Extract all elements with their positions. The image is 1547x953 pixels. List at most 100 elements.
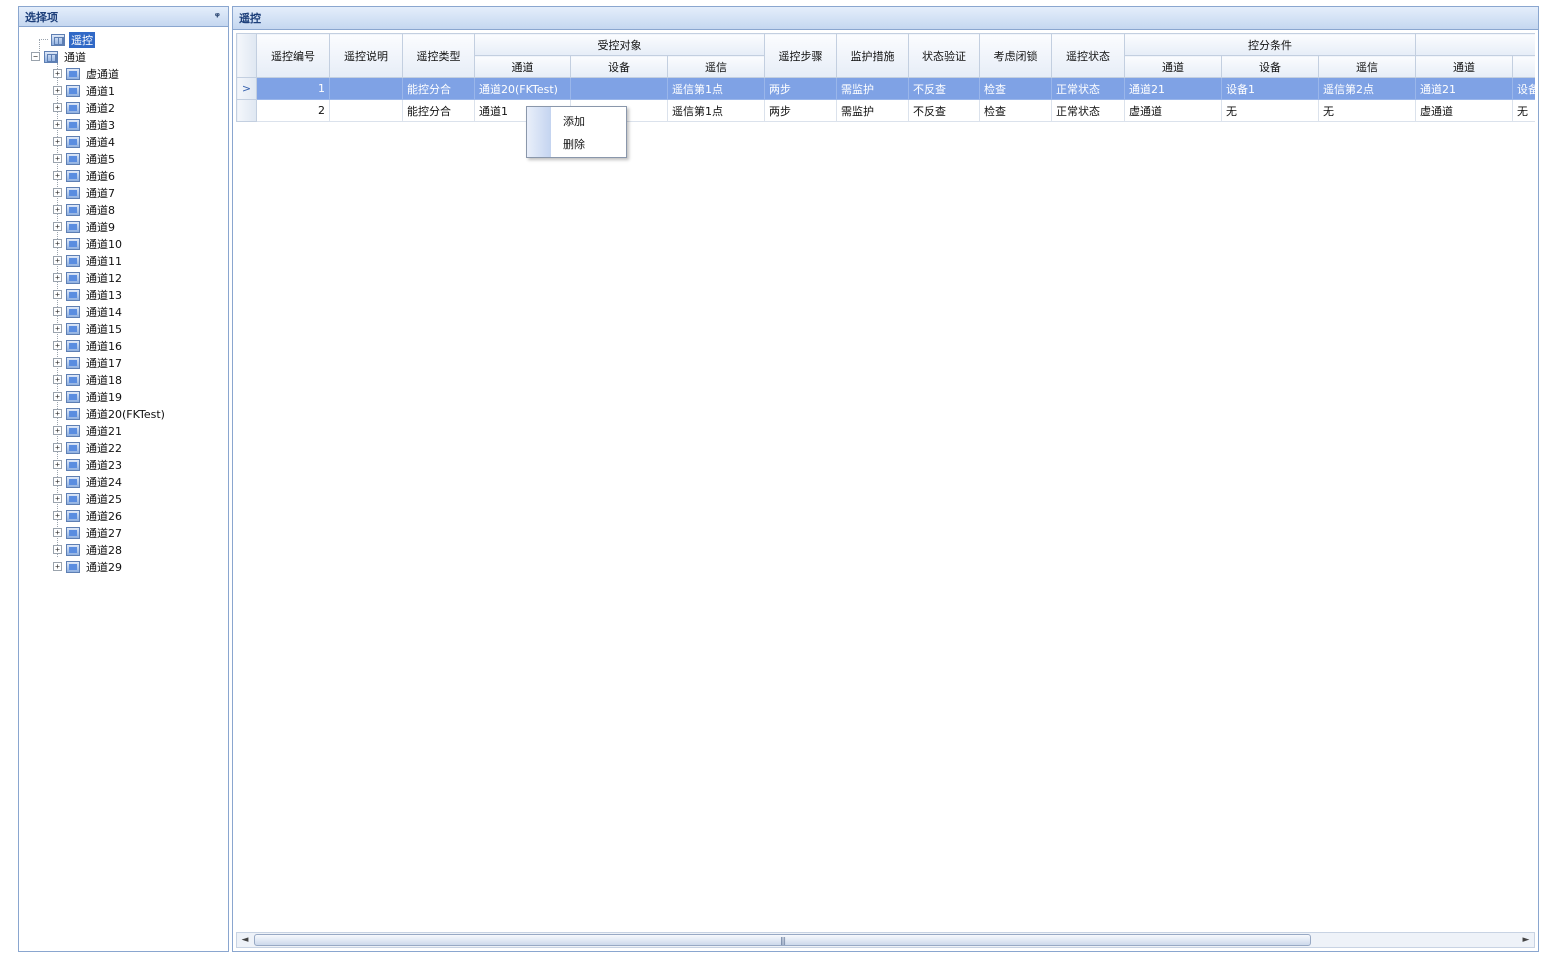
header-monitor[interactable]: 监护措施: [836, 33, 909, 78]
row-indicator[interactable]: [236, 99, 257, 122]
cell-desc[interactable]: [329, 77, 403, 100]
header-verify[interactable]: 状态验证: [908, 33, 980, 78]
tree-node-channel[interactable]: + 通道22: [53, 439, 124, 456]
expand-icon[interactable]: +: [53, 358, 62, 367]
header-extra-channel[interactable]: 通道: [1415, 55, 1513, 78]
expand-icon[interactable]: +: [53, 120, 62, 129]
expand-icon[interactable]: +: [53, 222, 62, 231]
tree-node-channel[interactable]: + 通道23: [53, 456, 124, 473]
cell-target-device[interactable]: [570, 77, 668, 100]
header-state[interactable]: 遥控状态: [1051, 33, 1125, 78]
expand-icon[interactable]: +: [53, 103, 62, 112]
tree-node-channel[interactable]: + 通道2: [53, 99, 117, 116]
expand-icon[interactable]: +: [53, 307, 62, 316]
expand-icon[interactable]: +: [53, 256, 62, 265]
tree-node-channel[interactable]: + 通道11: [53, 252, 124, 269]
cell-cond-device[interactable]: 无: [1221, 99, 1319, 122]
tree-node-channel[interactable]: + 通道27: [53, 524, 124, 541]
tree-node-channel[interactable]: + 通道29: [53, 558, 124, 575]
horizontal-scrollbar[interactable]: ◄ ||| ►: [236, 932, 1535, 948]
data-grid[interactable]: 遥控编号 遥控说明 遥控类型 受控对象 遥控步骤 监护措施 状态验证 考虑闭锁 …: [236, 33, 1535, 933]
header-target-device[interactable]: 设备: [570, 55, 668, 78]
pin-icon[interactable]: ᵠ: [215, 10, 220, 23]
expand-icon[interactable]: +: [53, 239, 62, 248]
expand-icon[interactable]: +: [53, 341, 62, 350]
header-desc[interactable]: 遥控说明: [329, 33, 403, 78]
header-target-channel[interactable]: 通道: [474, 55, 571, 78]
expand-icon[interactable]: +: [53, 273, 62, 282]
tree-node-channel[interactable]: + 通道18: [53, 371, 124, 388]
tree-node-channel[interactable]: + 通道14: [53, 303, 124, 320]
tree-node-channel[interactable]: + 通道24: [53, 473, 124, 490]
expand-icon[interactable]: +: [53, 324, 62, 333]
cell-cond-signal[interactable]: 无: [1318, 99, 1416, 122]
cell-target-signal[interactable]: 遥信第1点: [667, 99, 765, 122]
tree-node-channel[interactable]: + 通道3: [53, 116, 117, 133]
scroll-thumb[interactable]: |||: [254, 934, 1311, 946]
table-row[interactable]: > 1 能控分合 通道20(FKTest) 遥信第1点 两步 需监护 不反查 检…: [236, 77, 1535, 100]
tree-node-channel[interactable]: + 虚通道: [53, 65, 121, 82]
expand-icon[interactable]: +: [53, 290, 62, 299]
table-row[interactable]: 2 能控分合 通道1 遥信第1点 两步 需监护 不反查 检查 正常状态 虚通道 …: [236, 99, 1535, 122]
context-menu-delete[interactable]: 删除: [563, 135, 585, 155]
tree-node-channel[interactable]: + 通道5: [53, 150, 117, 167]
tree-node-channel[interactable]: + 通道10: [53, 235, 124, 252]
cell-desc[interactable]: [329, 99, 403, 122]
expand-icon[interactable]: +: [53, 562, 62, 571]
tree-node-channel[interactable]: + 通道19: [53, 388, 124, 405]
expand-icon[interactable]: +: [53, 477, 62, 486]
expand-icon[interactable]: +: [53, 426, 62, 435]
cell-target-channel[interactable]: 通道20(FKTest): [474, 77, 571, 100]
expand-icon[interactable]: +: [53, 528, 62, 537]
expand-icon[interactable]: +: [53, 171, 62, 180]
tree-node-channel[interactable]: + 通道4: [53, 133, 117, 150]
collapse-icon[interactable]: −: [31, 52, 40, 61]
cell-cond-channel[interactable]: 通道21: [1124, 77, 1222, 100]
tree-node-channel[interactable]: + 通道28: [53, 541, 124, 558]
tree-node-channel[interactable]: + 通道16: [53, 337, 124, 354]
expand-icon[interactable]: +: [53, 392, 62, 401]
tree-node-channel[interactable]: + 通道8: [53, 201, 117, 218]
header-id[interactable]: 遥控编号: [256, 33, 330, 78]
cell-cond-signal[interactable]: 遥信第2点: [1318, 77, 1416, 100]
row-indicator[interactable]: >: [236, 77, 257, 100]
tree-node-channels[interactable]: − 通道: [31, 48, 88, 65]
scroll-right-icon[interactable]: ►: [1518, 933, 1534, 947]
expand-icon[interactable]: +: [53, 137, 62, 146]
tree-node-channel[interactable]: + 通道21: [53, 422, 124, 439]
cell-cond-device[interactable]: 设备1: [1221, 77, 1319, 100]
tree-node-channel[interactable]: + 通道26: [53, 507, 124, 524]
cell-type[interactable]: 能控分合: [402, 77, 475, 100]
cell-state[interactable]: 正常状态: [1051, 77, 1125, 100]
header-type[interactable]: 遥控类型: [402, 33, 475, 78]
cell-steps[interactable]: 两步: [764, 99, 837, 122]
cell-lock[interactable]: 检查: [979, 99, 1052, 122]
tree-node-channel[interactable]: + 通道9: [53, 218, 117, 235]
header-cond-channel[interactable]: 通道: [1124, 55, 1222, 78]
tree-node-channel[interactable]: + 通道17: [53, 354, 124, 371]
cell-extra-device[interactable]: 无: [1512, 99, 1535, 122]
tree-node-channel[interactable]: + 通道13: [53, 286, 124, 303]
cell-id[interactable]: 1: [256, 77, 330, 100]
tree-node-channel[interactable]: + 通道6: [53, 167, 117, 184]
expand-icon[interactable]: +: [53, 494, 62, 503]
cell-cond-channel[interactable]: 虚通道: [1124, 99, 1222, 122]
cell-lock[interactable]: 检查: [979, 77, 1052, 100]
expand-icon[interactable]: +: [53, 443, 62, 452]
header-cond-device[interactable]: 设备: [1221, 55, 1319, 78]
expand-icon[interactable]: +: [53, 154, 62, 163]
expand-icon[interactable]: +: [53, 409, 62, 418]
tree-node-channel[interactable]: + 通道25: [53, 490, 124, 507]
expand-icon[interactable]: +: [53, 205, 62, 214]
cell-extra-device[interactable]: 设备: [1512, 77, 1535, 100]
header-steps[interactable]: 遥控步骤: [764, 33, 837, 78]
expand-icon[interactable]: +: [53, 188, 62, 197]
tree-node-channel[interactable]: + 通道12: [53, 269, 124, 286]
expand-icon[interactable]: +: [53, 460, 62, 469]
header-target-signal[interactable]: 遥信: [667, 55, 765, 78]
cell-verify[interactable]: 不反查: [908, 77, 980, 100]
tree-node-channel[interactable]: + 通道20(FKTest): [53, 405, 167, 422]
scroll-left-icon[interactable]: ◄: [237, 933, 253, 947]
header-cond-signal[interactable]: 遥信: [1318, 55, 1416, 78]
expand-icon[interactable]: +: [53, 545, 62, 554]
